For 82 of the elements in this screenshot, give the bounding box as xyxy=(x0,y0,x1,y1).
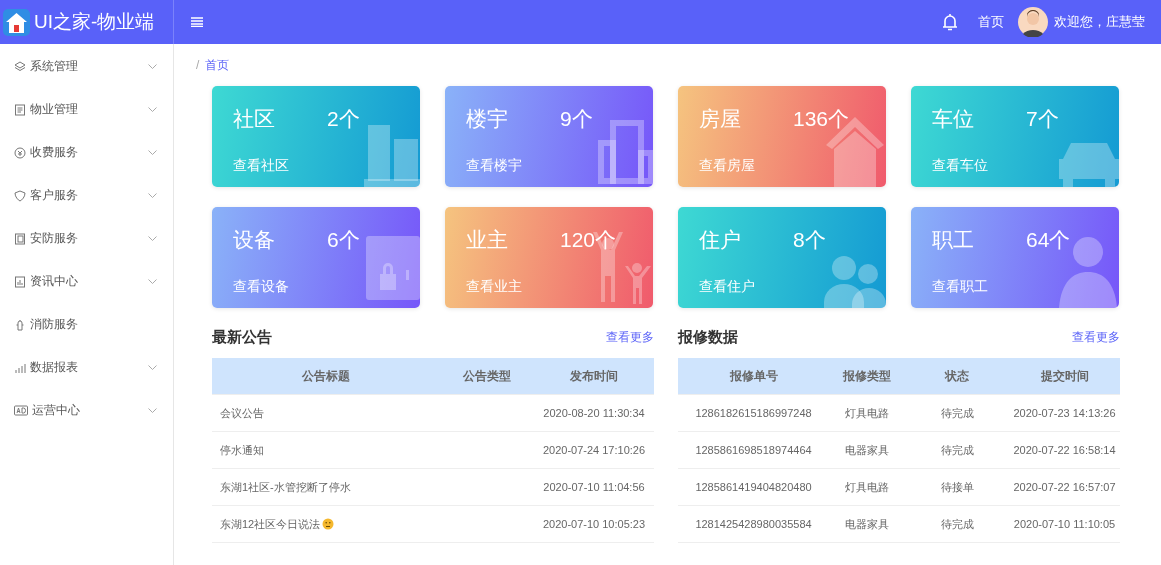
table-cell-text: 待完成 xyxy=(939,405,975,421)
card-title: 职工 xyxy=(932,227,974,253)
card-link[interactable]: 查看设备 xyxy=(233,278,289,296)
column-header: 发布时间 xyxy=(569,367,619,385)
card-count: 136个 xyxy=(793,106,850,132)
table-cell-text: 会议公告 xyxy=(219,405,265,421)
sidebar-item[interactable]: 安防服务 xyxy=(0,217,173,260)
card-title: 设备 xyxy=(233,227,275,253)
table-cell-text: 2020-07-22 16:58:14 xyxy=(1012,444,1117,456)
card-count: 9个 xyxy=(560,106,593,132)
table-cell: 东湖12社区今日说法 xyxy=(212,516,439,532)
table-cell-text: 2020-07-23 14:13:26 xyxy=(1012,407,1117,419)
table-cell-text: 1286182615186997248 xyxy=(694,407,813,419)
column-header: 报修类型 xyxy=(842,367,892,385)
card-count: 6个 xyxy=(327,227,360,253)
section-title: 报修数据 xyxy=(678,327,738,347)
home-link[interactable]: 首页 xyxy=(978,13,1004,31)
table-cell-text: 待完成 xyxy=(939,442,975,458)
building-icon xyxy=(597,117,653,187)
coin-icon xyxy=(14,146,26,159)
news-icon xyxy=(14,275,26,288)
section-title: 最新公告 xyxy=(212,327,272,347)
more-link[interactable]: 查看更多 xyxy=(1072,328,1120,346)
breadcrumb-link[interactable]: 首页 xyxy=(205,56,230,74)
column-header: 提交时间 xyxy=(1039,367,1090,385)
table-cell-text: 1281425428980035584 xyxy=(694,518,813,530)
card-title: 业主 xyxy=(466,227,508,253)
table-cell-text: 2020-07-10 11:04:56 xyxy=(542,481,646,493)
sidebar-item[interactable]: 数据报表 xyxy=(0,346,173,389)
sidebar-item[interactable]: 资讯中心 xyxy=(0,260,173,303)
sidebar-item[interactable]: 收费服务 xyxy=(0,131,173,174)
bar-chart-icon xyxy=(14,361,26,374)
sidebar-item[interactable]: 消防服务 xyxy=(0,303,173,346)
card-count: 8个 xyxy=(793,227,826,253)
card-link[interactable]: 查看楼宇 xyxy=(466,157,522,175)
table-cell-text: 灯具电路 xyxy=(844,405,890,421)
breadcrumb-separator: / xyxy=(196,58,200,72)
table-cell-text: 1285861698518974464 xyxy=(694,444,813,456)
card-count: 64个 xyxy=(1026,227,1071,253)
sidebar-item[interactable]: 系统管理 xyxy=(0,45,173,88)
bell-icon[interactable] xyxy=(940,12,960,32)
greeting-text: 欢迎您，庄慧莹 xyxy=(1054,13,1145,31)
card-count: 120个 xyxy=(560,227,617,253)
column-header: 公告标题 xyxy=(300,367,351,385)
house-logo-icon xyxy=(3,8,30,36)
ad-icon xyxy=(14,404,28,417)
table-cell-text: 待完成 xyxy=(939,516,975,532)
card-count: 7个 xyxy=(1026,106,1059,132)
table-cell-text: 2020-07-24 17:10:26 xyxy=(541,444,647,456)
sidebar-item[interactable]: 物业管理 xyxy=(0,88,173,131)
table-cell-text: 电器家具 xyxy=(844,516,890,532)
column-header: 状态 xyxy=(943,367,970,385)
card-title: 房屋 xyxy=(699,106,741,132)
table-cell-text: 待接单 xyxy=(939,479,975,495)
column-header: 公告类型 xyxy=(461,367,512,385)
door-icon xyxy=(14,232,26,245)
layers-icon xyxy=(14,60,26,73)
card-title: 社区 xyxy=(233,106,275,132)
avatar-icon[interactable] xyxy=(1018,7,1048,37)
table-cell-text: 2020-07-22 16:57:07 xyxy=(1012,481,1117,493)
table-cell-text: 电器家具 xyxy=(844,442,890,458)
hydrant-icon xyxy=(14,318,26,331)
table-cell-text: 停水通知 xyxy=(219,442,265,458)
table-cell-text: 2020-07-10 10:05:23 xyxy=(541,518,647,530)
sidebar-item[interactable]: 运营中心 xyxy=(0,389,173,432)
table-cell-text: 2020-07-10 11:10:05 xyxy=(1012,518,1117,530)
more-link[interactable]: 查看更多 xyxy=(606,328,654,346)
card-title: 车位 xyxy=(932,106,974,132)
table-cell-text: 灯具电路 xyxy=(844,479,890,495)
menu-icon[interactable] xyxy=(191,17,203,27)
table-cell-text: 东湖1社区-水管挖断了停水 xyxy=(219,479,352,495)
card-link[interactable]: 查看职工 xyxy=(932,278,988,296)
card-title: 楼宇 xyxy=(466,106,508,132)
table-cell-text: 2020-08-20 11:30:34 xyxy=(542,407,646,419)
column-header: 报修单号 xyxy=(728,367,779,385)
sidebar-item[interactable]: 客户服务 xyxy=(0,174,173,217)
card-count: 2个 xyxy=(327,106,360,132)
document-icon xyxy=(14,103,26,116)
table-cell-text: 1285861419404820480 xyxy=(694,481,813,493)
card-title: 住户 xyxy=(699,227,741,253)
app-title: UI之家-物业端 xyxy=(34,10,155,34)
shield-icon xyxy=(14,189,26,202)
